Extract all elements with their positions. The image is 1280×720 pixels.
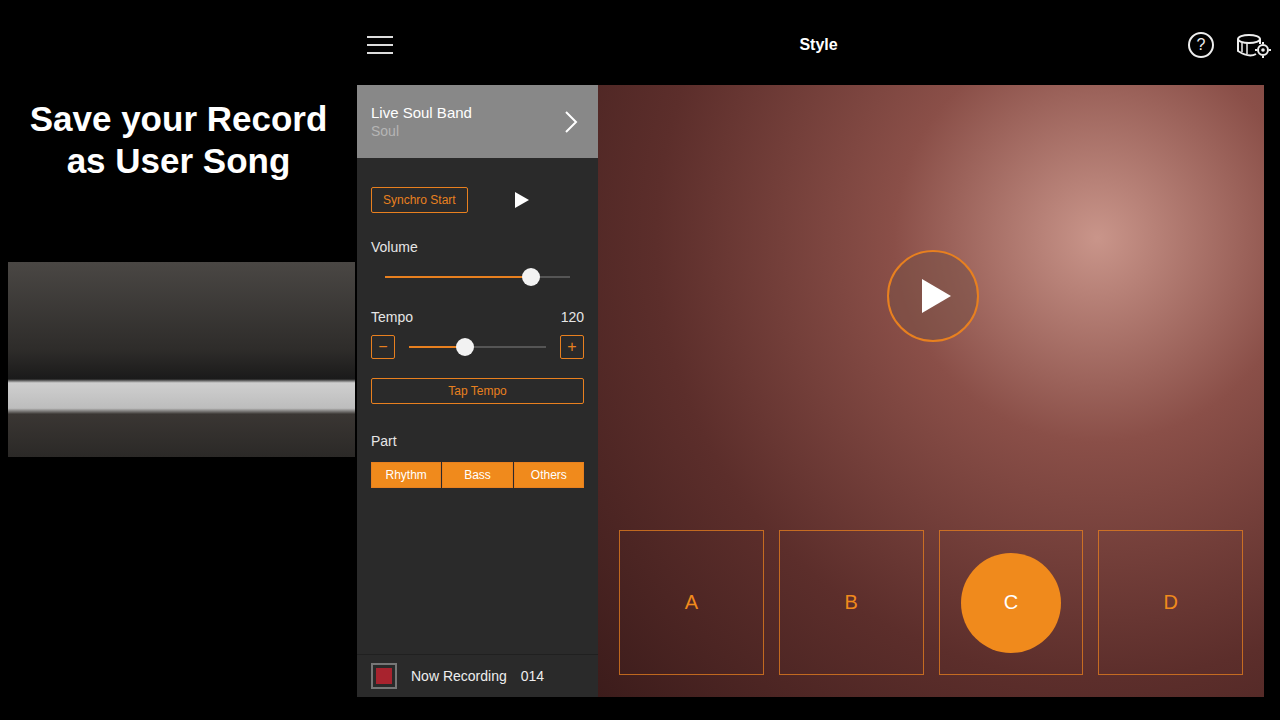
style-selector[interactable]: Live Soul Band Soul [357,85,598,158]
style-photo: ABCD [598,85,1264,697]
tempo-label: Tempo [371,309,413,325]
play-icon[interactable] [514,191,530,209]
help-icon[interactable]: ? [1188,32,1214,58]
chevron-right-icon [564,110,578,134]
synchro-start-button[interactable]: Synchro Start [371,187,468,213]
screen-title: Style [799,36,837,54]
part-selector: RhythmBassOthers [371,462,584,488]
volume-slider[interactable] [385,265,570,289]
section-pad[interactable]: D [1098,530,1243,675]
recording-counter: 014 [521,668,544,684]
tempo-value: 120 [561,309,584,325]
caption-line: as User Song [0,140,357,182]
part-button[interactable]: Bass [442,462,512,488]
tempo-minus-button[interactable]: − [371,335,395,359]
tempo-plus-button[interactable]: + [560,335,584,359]
tempo-slider[interactable] [409,335,546,359]
tempo-slider-thumb[interactable] [456,338,474,356]
recording-label: Now Recording [411,668,507,684]
part-label: Part [371,433,584,449]
part-button[interactable]: Others [514,462,584,488]
caption: Save your Recordas User Song [0,98,357,182]
caption-column: Save your Recordas User Song [0,0,357,720]
part-button[interactable]: Rhythm [371,462,441,488]
section-pad[interactable]: B [779,530,924,675]
style-panel: Live Soul Band Soul Synchro Start Volume… [357,85,598,697]
section-pad[interactable]: C [939,530,1084,675]
style-category: Soul [371,123,472,139]
section-pads: ABCD [619,530,1243,675]
section-pad[interactable]: A [619,530,764,675]
recording-bar: Now Recording 014 [357,654,598,697]
screen: Save your Recordas User Song Style ? Liv… [0,0,1280,720]
style-name: Live Soul Band [371,104,472,121]
caption-line: Save your Record [0,98,357,140]
video-thumbnail [8,262,355,457]
main-area: Live Soul Band Soul Synchro Start Volume… [357,85,1280,697]
menu-icon[interactable] [367,35,393,55]
play-overlay-button[interactable] [887,250,979,342]
drum-settings-icon[interactable] [1236,31,1272,59]
volume-label: Volume [371,239,584,255]
volume-slider-thumb[interactable] [522,268,540,286]
top-bar: Style ? [357,0,1280,85]
app-window: Style ? Live Soul Band Soul Synchro Star… [357,0,1280,720]
tap-tempo-button[interactable]: Tap Tempo [371,378,584,404]
play-icon [919,277,953,315]
record-stop-icon[interactable] [371,663,397,689]
